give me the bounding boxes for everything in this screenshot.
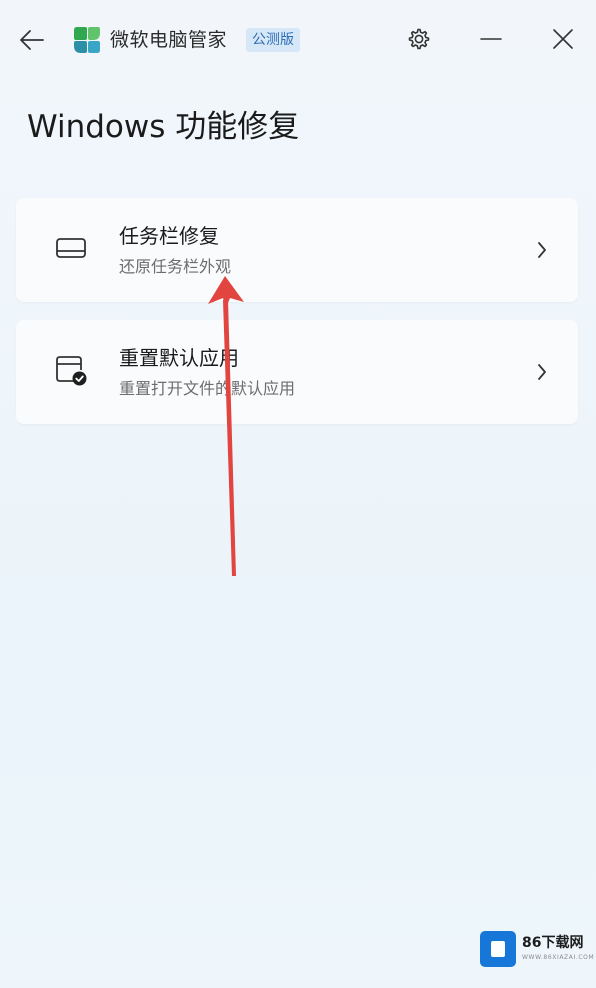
title-bar: 微软电脑管家 公测版 bbox=[0, 0, 596, 78]
gear-icon bbox=[408, 28, 430, 50]
card-title: 任务栏修复 bbox=[119, 224, 219, 248]
close-button[interactable] bbox=[544, 20, 582, 58]
back-arrow-icon bbox=[20, 30, 44, 50]
card-title: 重置默认应用 bbox=[119, 346, 239, 370]
watermark-logo-icon bbox=[480, 931, 516, 967]
beta-badge: 公测版 bbox=[246, 28, 300, 52]
minimize-icon bbox=[480, 38, 502, 40]
watermark-subtext: WWW.86XIAZAI.COM bbox=[522, 954, 595, 961]
card-subtitle: 重置打开文件的默认应用 bbox=[119, 379, 296, 398]
close-icon bbox=[553, 29, 573, 49]
taskbar-icon bbox=[56, 238, 86, 258]
chevron-right-icon bbox=[538, 364, 546, 380]
chevron-right-icon bbox=[538, 242, 546, 258]
back-button[interactable] bbox=[14, 22, 50, 58]
reset-default-apps-card[interactable]: 重置默认应用 重置打开文件的默认应用 bbox=[16, 320, 578, 424]
app-title: 微软电脑管家 bbox=[110, 29, 228, 51]
taskbar-repair-card[interactable]: 任务栏修复 还原任务栏外观 bbox=[16, 198, 578, 302]
watermark-text: 86下载网 bbox=[522, 935, 584, 951]
app-logo-icon bbox=[74, 27, 100, 53]
page-title: Windows 功能修复 bbox=[27, 109, 300, 145]
default-app-icon bbox=[56, 356, 87, 386]
settings-button[interactable] bbox=[400, 20, 438, 58]
watermark: 86下载网 WWW.86XIAZAI.COM bbox=[476, 928, 594, 972]
minimize-button[interactable] bbox=[472, 20, 510, 58]
card-subtitle: 还原任务栏外观 bbox=[119, 257, 232, 276]
